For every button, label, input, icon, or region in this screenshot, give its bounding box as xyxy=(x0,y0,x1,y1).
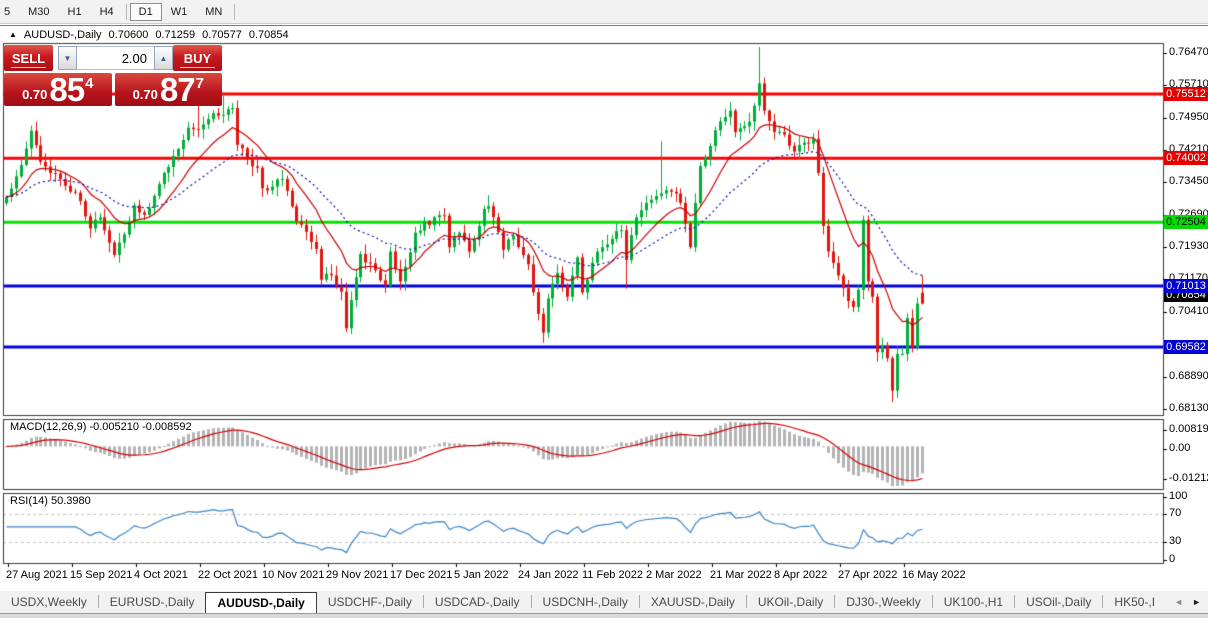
chart-tab-hk50i[interactable]: HK50-,I xyxy=(1103,592,1166,613)
date-tick-label: 17 Dec 2021 xyxy=(390,569,452,581)
chart-high-value: 0.71259 xyxy=(155,29,195,41)
indicator-tick-label: 100 xyxy=(1169,490,1187,502)
tabs-scroll-left-icon[interactable]: ◄ xyxy=(1174,597,1183,607)
chart-tab-ukoildaily[interactable]: UKOil-,Daily xyxy=(747,592,834,613)
chart-tab-usdxweekly[interactable]: USDX,Weekly xyxy=(0,592,98,613)
price-level-badge: 0.75512 xyxy=(1164,87,1208,101)
chart-close-value: 0.70854 xyxy=(249,29,289,41)
price-tick-label: 0.76470 xyxy=(1169,46,1208,58)
price-level-badge: 0.74002 xyxy=(1164,151,1208,165)
chart-window-top-border xyxy=(0,25,1208,26)
one-click-trade-panel: SELL ▼ 2.00 ▲ BUY 0.70 85 4 0.70 87 7 xyxy=(4,45,222,106)
sell-button[interactable]: SELL xyxy=(4,45,53,71)
chart-tabs: USDX,WeeklyEURUSD-,DailyAUDUSD-,DailyUSD… xyxy=(0,591,1170,613)
toolbar-separator xyxy=(234,4,235,20)
timeframe-button-m30[interactable]: M30 xyxy=(19,3,58,21)
timeframe-button-d1[interactable]: D1 xyxy=(130,3,162,21)
date-tick-label: 22 Oct 2021 xyxy=(198,569,258,581)
date-tick-label: 8 Apr 2022 xyxy=(774,569,827,581)
indicator-tick-label: 0.008197 xyxy=(1169,423,1208,435)
price-level-badge: 0.69582 xyxy=(1164,340,1208,354)
date-tick-label: 27 Apr 2022 xyxy=(838,569,897,581)
date-tick-label: 27 Aug 2021 xyxy=(6,569,68,581)
date-tick-label: 29 Nov 2021 xyxy=(326,569,388,581)
timeframe-button-h4[interactable]: H4 xyxy=(91,3,123,21)
price-tick-label: 0.68890 xyxy=(1169,370,1208,382)
price-level-badge: 0.72504 xyxy=(1164,215,1208,229)
price-tick-label: 0.74950 xyxy=(1169,111,1208,123)
timeframe-button-mn[interactable]: MN xyxy=(196,3,231,21)
chart-tab-audusddaily[interactable]: AUDUSD-,Daily xyxy=(205,592,316,613)
tab-scroll-arrows: ◄ ► xyxy=(1170,597,1208,613)
buy-price-pips: 7 xyxy=(196,75,204,92)
indicator-tick-label: 0.00 xyxy=(1169,442,1190,454)
date-tick-label: 2 Mar 2022 xyxy=(646,569,702,581)
indicator-tick-label: 70 xyxy=(1169,507,1181,519)
toolbar-separator xyxy=(126,4,127,20)
sell-price-prefix: 0.70 xyxy=(22,87,47,102)
date-tick-label: 5 Jan 2022 xyxy=(454,569,508,581)
chart-symbol-label: AUDUSD-,Daily xyxy=(24,29,102,41)
chart-tab-dj30weekly[interactable]: DJ30-,Weekly xyxy=(835,592,931,613)
volume-increase-icon[interactable]: ▲ xyxy=(154,46,173,70)
timeframe-toolbar: 5M30H1H4 D1W1MN xyxy=(0,0,1208,24)
timeframe-button-5[interactable]: 5 xyxy=(0,3,19,21)
price-tick-label: 0.68130 xyxy=(1169,402,1208,414)
price-tick-label: 0.70410 xyxy=(1169,305,1208,317)
chart-tab-xauusddaily[interactable]: XAUUSD-,Daily xyxy=(640,592,746,613)
indicator-tick-label: 0 xyxy=(1169,553,1175,565)
buy-price-display[interactable]: 0.70 87 7 xyxy=(115,73,223,106)
volume-field[interactable]: 2.00 xyxy=(77,46,154,70)
sell-price-pips: 4 xyxy=(85,75,93,92)
sell-price-big: 85 xyxy=(49,75,84,105)
chart-tab-usdcnhdaily[interactable]: USDCNH-,Daily xyxy=(532,592,639,613)
volume-stepper: ▼ 2.00 ▲ xyxy=(58,46,173,70)
buy-button[interactable]: BUY xyxy=(173,45,222,71)
rsi-indicator-label: RSI(14) 50.3980 xyxy=(10,495,91,507)
indicator-tick-label: -0.012121 xyxy=(1169,472,1208,484)
chart-tab-usdcaddaily[interactable]: USDCAD-,Daily xyxy=(424,592,531,613)
chart-title-row: ▲ AUDUSD-,Daily 0.70600 0.71259 0.70577 … xyxy=(9,29,289,41)
price-tick-label: 0.71930 xyxy=(1169,240,1208,252)
date-tick-label: 11 Feb 2022 xyxy=(582,569,643,581)
buy-price-prefix: 0.70 xyxy=(133,87,158,102)
chart-low-value: 0.70577 xyxy=(202,29,242,41)
chart-open-value: 0.70600 xyxy=(109,29,149,41)
chart-tab-uk100h1[interactable]: UK100-,H1 xyxy=(933,592,1014,613)
volume-decrease-icon[interactable]: ▼ xyxy=(58,46,77,70)
trading-terminal-window: 5M30H1H4 D1W1MN ▲ AUDUSD-,Daily 0.70600 0… xyxy=(0,0,1208,618)
chart-tab-usdchfdaily[interactable]: USDCHF-,Daily xyxy=(317,592,423,613)
price-level-badge: 0.71013 xyxy=(1164,279,1208,293)
chart-tab-eurusddaily[interactable]: EURUSD-,Daily xyxy=(99,592,206,613)
date-tick-label: 15 Sep 2021 xyxy=(70,569,132,581)
price-tick-label: 0.73450 xyxy=(1169,175,1208,187)
chart-tab-usoildaily[interactable]: USOil-,Daily xyxy=(1015,592,1102,613)
indicator-tick-label: 30 xyxy=(1169,535,1181,547)
collapse-panel-icon[interactable]: ▲ xyxy=(9,30,17,40)
sell-price-display[interactable]: 0.70 85 4 xyxy=(4,73,112,106)
timeframe-button-w1[interactable]: W1 xyxy=(162,3,197,21)
date-tick-label: 4 Oct 2021 xyxy=(134,569,188,581)
date-tick-label: 16 May 2022 xyxy=(902,569,966,581)
date-tick-label: 21 Mar 2022 xyxy=(710,569,772,581)
buy-price-big: 87 xyxy=(160,75,195,105)
date-tick-label: 10 Nov 2021 xyxy=(262,569,324,581)
chart-tab-bar: USDX,WeeklyEURUSD-,DailyAUDUSD-,DailyUSD… xyxy=(0,591,1208,614)
tabs-scroll-right-icon[interactable]: ► xyxy=(1192,597,1201,607)
timeframe-button-h1[interactable]: H1 xyxy=(59,3,91,21)
macd-indicator-label: MACD(12,26,9) -0.005210 -0.008592 xyxy=(10,421,192,433)
window-bottom-strip xyxy=(0,614,1208,618)
date-tick-label: 24 Jan 2022 xyxy=(518,569,579,581)
